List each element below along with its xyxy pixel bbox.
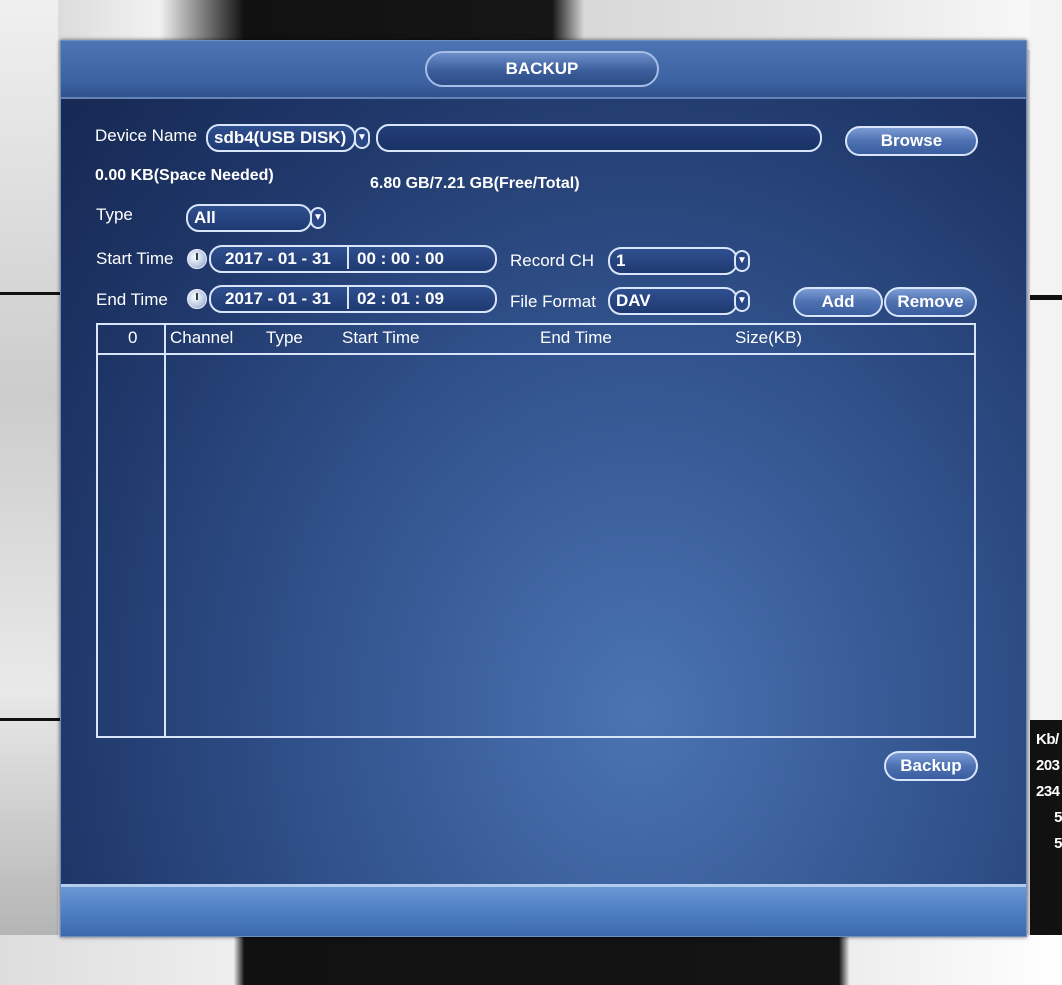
end-time-value[interactable]: 02 : 01 : 09 xyxy=(357,287,444,311)
dialog-title: BACKUP xyxy=(425,51,659,87)
device-dropdown-icon[interactable]: ▼ xyxy=(354,127,370,149)
side-stat: 234 xyxy=(1036,783,1060,800)
remove-button[interactable]: Remove xyxy=(884,287,977,317)
clock-icon xyxy=(187,249,207,269)
start-time-value[interactable]: 00 : 00 : 00 xyxy=(357,247,444,271)
table-header: 0 Channel Type Start Time End Time Size(… xyxy=(98,325,974,355)
background-line xyxy=(0,718,60,721)
column-header: Start Time xyxy=(342,328,420,347)
field-divider xyxy=(347,247,349,269)
type-dropdown-icon[interactable]: ▼ xyxy=(310,207,326,229)
add-button[interactable]: Add xyxy=(793,287,883,317)
side-stat: Kb/ xyxy=(1036,731,1059,748)
dialog-header: BACKUP xyxy=(61,41,1026,99)
backup-file-table[interactable]: 0 Channel Type Start Time End Time Size(… xyxy=(96,323,976,738)
background-right-panel xyxy=(1030,0,1062,295)
file-format-dropdown-icon[interactable]: ▼ xyxy=(734,290,750,312)
start-time-label: Start Time xyxy=(96,249,174,268)
record-ch-select[interactable]: 1 xyxy=(608,247,738,275)
column-header: Size(KB) xyxy=(735,328,803,347)
end-time-field[interactable]: 2017 - 01 - 31 02 : 01 : 09 xyxy=(209,285,497,313)
column-header: End Time xyxy=(540,328,612,347)
column-header[interactable]: 0 xyxy=(128,328,137,348)
device-path-field[interactable] xyxy=(376,124,822,152)
record-ch-dropdown-icon[interactable]: ▼ xyxy=(734,250,750,272)
record-ch-label: Record CH xyxy=(510,251,595,270)
field-divider xyxy=(347,287,349,309)
device-select[interactable]: sdb4(USB DISK) xyxy=(206,124,356,152)
side-stat: 5 xyxy=(1054,835,1062,852)
dialog-footer xyxy=(61,884,1026,936)
type-select[interactable]: All xyxy=(186,204,312,232)
start-date[interactable]: 2017 - 01 - 31 xyxy=(225,247,331,271)
end-time-label: End Time xyxy=(96,290,168,309)
file-format-select[interactable]: DAV xyxy=(608,287,738,315)
space-needed: 0.00 KB(Space Needed) xyxy=(95,167,274,184)
background-bottom xyxy=(0,935,1062,985)
column-divider xyxy=(164,325,166,736)
backup-button[interactable]: Backup xyxy=(884,751,978,781)
column-header: Channel xyxy=(170,328,234,347)
clock-icon xyxy=(187,289,207,309)
end-date[interactable]: 2017 - 01 - 31 xyxy=(225,287,331,311)
type-label: Type xyxy=(96,205,133,224)
side-stats: Kb/ 203 234 5 5 xyxy=(1036,727,1062,857)
background-line xyxy=(0,292,60,295)
file-format-label: File Format xyxy=(510,292,596,311)
side-stat: 5 xyxy=(1054,809,1062,826)
device-name-label: Device Name xyxy=(95,126,198,145)
free-total: 6.80 GB/7.21 GB(Free/Total) xyxy=(370,175,580,192)
column-header: Type xyxy=(266,328,303,347)
browse-button[interactable]: Browse xyxy=(845,126,978,156)
background-left xyxy=(0,0,58,985)
background-right-panel xyxy=(1030,300,1062,720)
start-time-field[interactable]: 2017 - 01 - 31 00 : 00 : 00 xyxy=(209,245,497,273)
side-stat: 203 xyxy=(1036,757,1060,774)
